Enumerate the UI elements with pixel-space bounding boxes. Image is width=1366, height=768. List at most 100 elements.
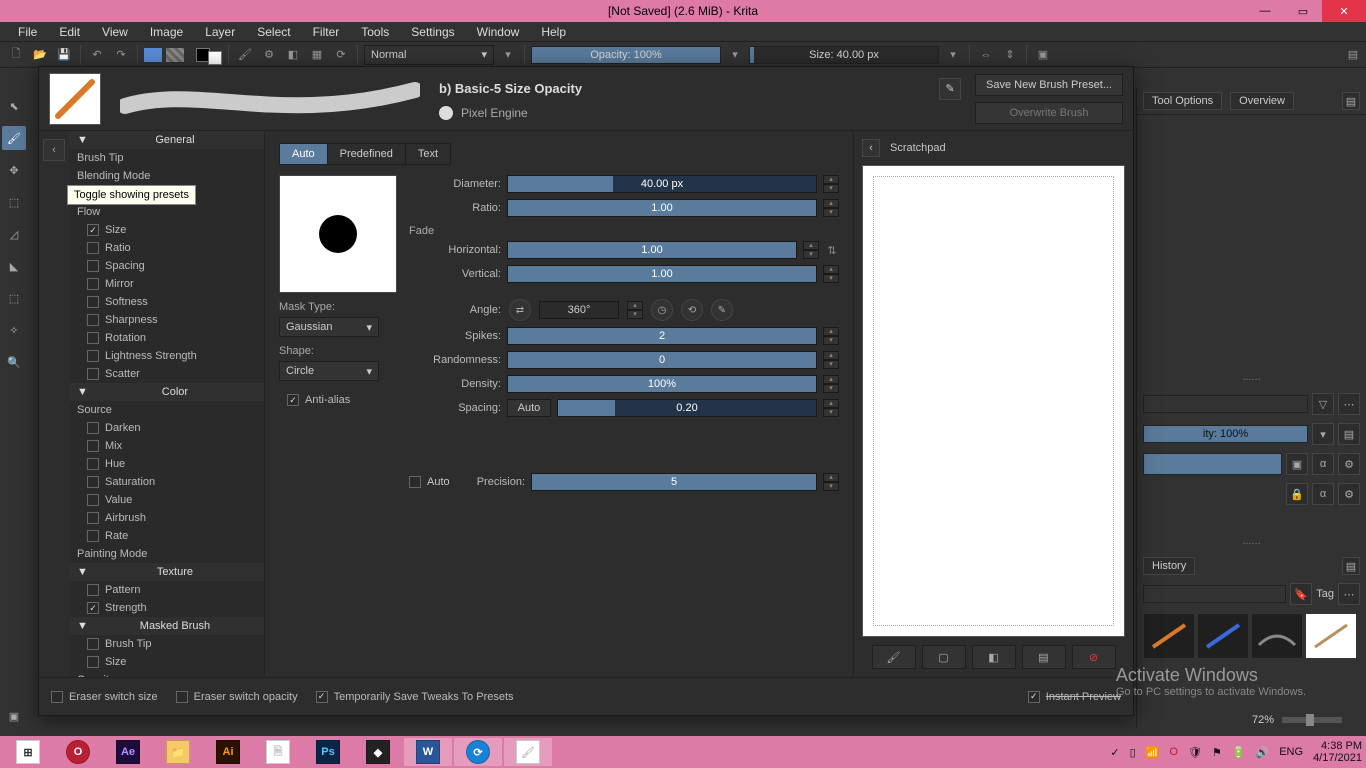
mask-type-select[interactable]: Gaussian▾ [279,317,379,337]
tray-opera-icon[interactable]: O [1169,746,1178,758]
tray-lang[interactable]: ENG [1279,746,1303,758]
layer-opacity-slider[interactable]: ity: 100% [1143,425,1308,443]
opacity-menu-icon[interactable]: ▤ [1338,423,1360,445]
tray-shield-icon[interactable]: ✓ [1110,746,1119,759]
bg-color-swatch[interactable] [208,51,222,65]
spacing-auto-button[interactable]: Auto [507,399,551,417]
checkbox-scatter[interactable] [87,368,99,380]
horizontal-spinner[interactable]: ▴▾ [803,241,819,259]
tab-predefined[interactable]: Predefined [328,144,406,164]
checkbox-sharpness[interactable] [87,314,99,326]
taskbar-krita[interactable]: 🖌 [504,738,552,766]
scratch-layer-icon[interactable]: ▤ [1022,645,1066,669]
taskbar-ai[interactable]: Ai [204,738,252,766]
layer-alpha2-icon[interactable]: α [1312,483,1334,505]
close-button[interactable]: ✕ [1322,0,1366,22]
zoom-tool-icon[interactable]: 🔍 [2,350,26,374]
checkbox-softness[interactable] [87,296,99,308]
spacing-slider[interactable]: 0.20 [557,399,817,417]
size-slider[interactable]: Size: 40.00 px [749,46,939,64]
rename-icon[interactable]: ✎ [939,78,961,100]
tray-updates-icon[interactable]: 🛡 [1188,746,1202,759]
option-lightness-strength[interactable]: Lightness Strength [69,347,264,365]
option-softness[interactable]: Softness [69,293,264,311]
checkbox-rate[interactable] [87,530,99,542]
option-size[interactable]: Size [69,653,264,671]
vertical-slider[interactable]: 1.00 [507,265,817,283]
taskbar-explorer[interactable]: 📁 [154,738,202,766]
option-spacing[interactable]: Spacing [69,257,264,275]
checkbox-spacing[interactable] [87,260,99,272]
mirror-h-icon[interactable]: ⇔ [976,45,996,65]
checkbox-saturation[interactable] [87,476,99,488]
spikes-slider[interactable]: 2 [507,327,817,345]
menu-select[interactable]: Select [247,23,300,41]
eraser-size-checkbox[interactable] [51,691,63,703]
ratio-spinner[interactable]: ▴▾ [823,199,839,217]
checkbox-size[interactable] [87,656,99,668]
tab-text[interactable]: Text [406,144,450,164]
opacity-more-icon[interactable]: ▾ [725,45,745,65]
blend-arrow-icon[interactable]: ▾ [498,45,518,65]
density-spinner[interactable]: ▴▾ [823,375,839,393]
layer-alpha-icon[interactable]: α [1312,453,1334,475]
tag-more-icon[interactable]: ⋯ [1338,583,1360,605]
layer-visible-icon[interactable]: ▣ [1286,453,1308,475]
scratch-rect-icon[interactable]: ▢ [922,645,966,669]
tray-wifi-icon[interactable]: 📶 [1146,746,1160,759]
checkbox-pattern[interactable] [87,584,99,596]
tag-label-icon[interactable]: 🔖 [1290,583,1312,605]
spacing-spinner[interactable]: ▴▾ [823,399,839,417]
checkbox-value[interactable] [87,494,99,506]
measure-tool-icon[interactable]: ◣ [2,254,26,278]
tag-select[interactable] [1143,585,1286,603]
brush-settings-icon[interactable]: ⚙ [259,45,279,65]
menu-image[interactable]: Image [140,23,193,41]
angle-wand-icon[interactable]: ✎ [711,299,733,321]
crop-tool-icon[interactable]: ⬚ [2,190,26,214]
angle-swap-icon[interactable]: ⇄ [509,299,531,321]
overwrite-brush-button[interactable]: Overwrite Brush [975,102,1123,124]
temp-save-checkbox[interactable] [316,691,328,703]
option-sharpness[interactable]: Sharpness [69,311,264,329]
menu-window[interactable]: Window [467,23,530,41]
gradient-swatch[interactable] [144,48,162,62]
checkbox-strength[interactable] [87,602,99,614]
preset-thumb-1[interactable] [1143,613,1195,659]
option-hue[interactable]: Hue [69,455,264,473]
angle-clock-icon[interactable]: ◷ [651,299,673,321]
precision-auto-checkbox[interactable] [409,476,421,488]
scratch-back-button[interactable]: ‹ [862,139,880,157]
taskbar-ps[interactable]: Ps [304,738,352,766]
brush-preset-icon[interactable]: 🖌 [235,45,255,65]
checkbox-airbrush[interactable] [87,512,99,524]
option-blending-mode[interactable]: Blending Mode [69,167,264,185]
pattern-swatch[interactable] [166,48,184,62]
zoom-slider[interactable] [1282,717,1342,723]
eraser-icon[interactable]: ◧ [283,45,303,65]
layer-select[interactable] [1143,395,1308,413]
brush-thumbnail[interactable] [49,73,101,125]
vertical-spinner[interactable]: ▴▾ [823,265,839,283]
save-icon[interactable]: 💾 [54,45,74,65]
layer-gear-icon[interactable]: ⚙ [1338,453,1360,475]
option-size[interactable]: Size [69,221,264,239]
diameter-spinner[interactable]: ▴▾ [823,175,839,193]
settings-tree[interactable]: ▼General Brush TipBlending ModeOpacityFl… [69,131,265,677]
option-rate[interactable]: Rate [69,527,264,545]
redo-icon[interactable]: ↷ [111,45,131,65]
reload-icon[interactable]: ⟳ [331,45,351,65]
scratchpad-canvas[interactable] [862,165,1125,637]
scratch-brush-icon[interactable]: 🖌 [872,645,916,669]
section-texture[interactable]: ▼Texture [69,563,264,581]
option-brush-tip[interactable]: Brush Tip [69,149,264,167]
open-file-icon[interactable]: 📂 [30,45,50,65]
tab-overview[interactable]: Overview [1230,92,1294,110]
angle-share-icon[interactable]: ⟲ [681,299,703,321]
section-general[interactable]: ▼General [69,131,264,149]
minimize-button[interactable]: — [1246,0,1284,22]
preset-thumb-2[interactable] [1197,613,1249,659]
tray-flag-icon[interactable]: ⚑ [1212,746,1222,759]
menu-help[interactable]: Help [531,23,576,41]
move-tool-icon[interactable]: ⬉ [2,94,26,118]
